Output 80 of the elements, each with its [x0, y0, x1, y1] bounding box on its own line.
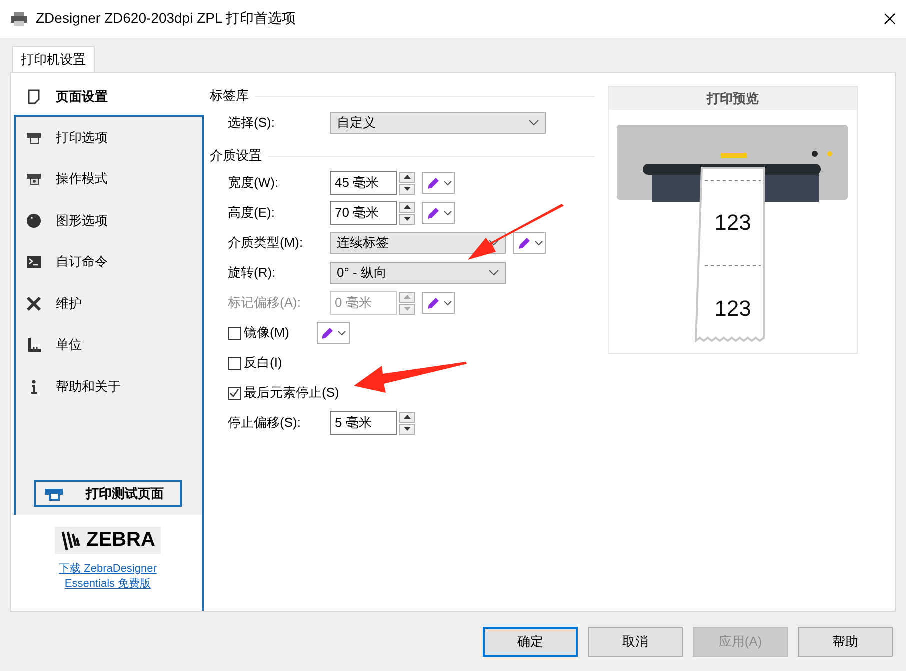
- pencil-dropdown[interactable]: [513, 232, 546, 254]
- caret-icon: [534, 240, 542, 246]
- field-label: 标记偏移(A):: [228, 294, 302, 312]
- pencil-dropdown[interactable]: [316, 322, 350, 344]
- input-field[interactable]: 5 毫米: [330, 411, 397, 435]
- printer-icon: [26, 171, 42, 188]
- field-label: 选择(S):: [228, 114, 276, 132]
- label-text: 123: [714, 210, 752, 235]
- checkbox-label: 最后元素停止(S): [244, 384, 340, 402]
- input-field[interactable]: 70 毫米: [330, 201, 397, 225]
- download-link[interactable]: Essentials 免费版: [64, 577, 152, 592]
- dialog-button[interactable]: 帮助: [798, 626, 893, 656]
- checkbox-label: 反白(I): [244, 354, 282, 372]
- sidebar-item[interactable]: 操作模式: [16, 158, 202, 200]
- spin-down-button[interactable]: [399, 214, 415, 224]
- tab[interactable]: 打印机设置: [12, 46, 95, 72]
- field-label: 高度(E):: [228, 204, 276, 222]
- label-text: 123: [714, 296, 752, 321]
- dialog-button[interactable]: 取消: [588, 626, 683, 656]
- pencil-icon: [426, 296, 440, 310]
- checkbox[interactable]: [228, 326, 241, 340]
- caret-icon: [444, 180, 452, 186]
- sidebar-item[interactable]: 打印选项: [16, 117, 202, 158]
- download-link[interactable]: 下载 ZebraDesigner: [59, 562, 157, 577]
- sidebar-item[interactable]: 图形选项: [16, 200, 202, 242]
- caret-icon: [529, 120, 539, 126]
- sidebar-item[interactable]: 单位: [16, 324, 202, 366]
- sidebar-item[interactable]: 维护: [16, 283, 202, 324]
- checkbox[interactable]: [228, 356, 241, 370]
- field-label: 宽度(W):: [228, 174, 280, 192]
- spin-down-button[interactable]: [399, 184, 415, 194]
- up-icon: [404, 175, 410, 179]
- zebra-logo: ZEBRA: [54, 527, 162, 554]
- close-icon[interactable]: [884, 13, 896, 25]
- ball-icon: [26, 212, 42, 229]
- sidebar-item[interactable]: 自订命令: [16, 242, 202, 283]
- caret-icon: [338, 330, 346, 336]
- dropdown[interactable]: 自定义: [330, 112, 546, 134]
- dropdown[interactable]: 0° - 纵向: [330, 262, 506, 284]
- down-icon: [404, 307, 410, 311]
- up-icon: [404, 295, 410, 299]
- checkbox-label: 镜像(M): [244, 324, 290, 342]
- caret-icon: [444, 210, 452, 216]
- pencil-icon: [426, 206, 440, 220]
- spin-down-button[interactable]: [399, 424, 415, 434]
- section-title: 标签库: [210, 87, 249, 105]
- sidebar-item[interactable]: 帮助和关于: [16, 366, 202, 408]
- dialog-button[interactable]: 确定: [483, 626, 578, 656]
- pencil-dropdown[interactable]: [422, 202, 455, 224]
- field-label: 停止偏移(S):: [228, 414, 302, 432]
- input-field[interactable]: 45 毫米: [330, 171, 397, 195]
- section-title: 介质设置: [210, 147, 262, 165]
- preview-title: 打印预览: [707, 90, 759, 108]
- field-label: 介质类型(M):: [228, 234, 304, 252]
- caret-icon: [444, 300, 452, 306]
- pencil-icon: [516, 236, 532, 250]
- print-test-page-button[interactable]: 打印测试页面: [34, 480, 182, 507]
- checkbox[interactable]: [228, 386, 241, 400]
- up-icon: [404, 415, 410, 419]
- page-icon: [26, 89, 42, 105]
- down-icon: [404, 187, 410, 191]
- up-icon: [404, 205, 410, 209]
- field-label: 旋转(R):: [228, 264, 277, 282]
- zebra-stripes-icon: [60, 530, 83, 552]
- ruler-icon: [26, 337, 42, 354]
- pencil-icon: [426, 176, 440, 190]
- down-icon: [404, 427, 410, 431]
- dropdown[interactable]: 连续标签: [330, 232, 506, 254]
- spin-up-button[interactable]: [399, 202, 415, 212]
- pencil-dropdown[interactable]: [422, 172, 455, 194]
- caret-icon: [489, 270, 499, 276]
- pencil-icon: [320, 326, 335, 340]
- down-icon: [404, 217, 410, 221]
- spin-up-button[interactable]: [399, 172, 415, 182]
- printer-icon: [10, 11, 28, 27]
- spin-up-button[interactable]: [399, 412, 415, 422]
- caret-icon: [489, 240, 499, 246]
- terminal-icon: [26, 254, 42, 270]
- tools-icon: [26, 296, 42, 312]
- window-title: ZDesigner ZD620-203dpi ZPL 打印首选项: [36, 10, 298, 28]
